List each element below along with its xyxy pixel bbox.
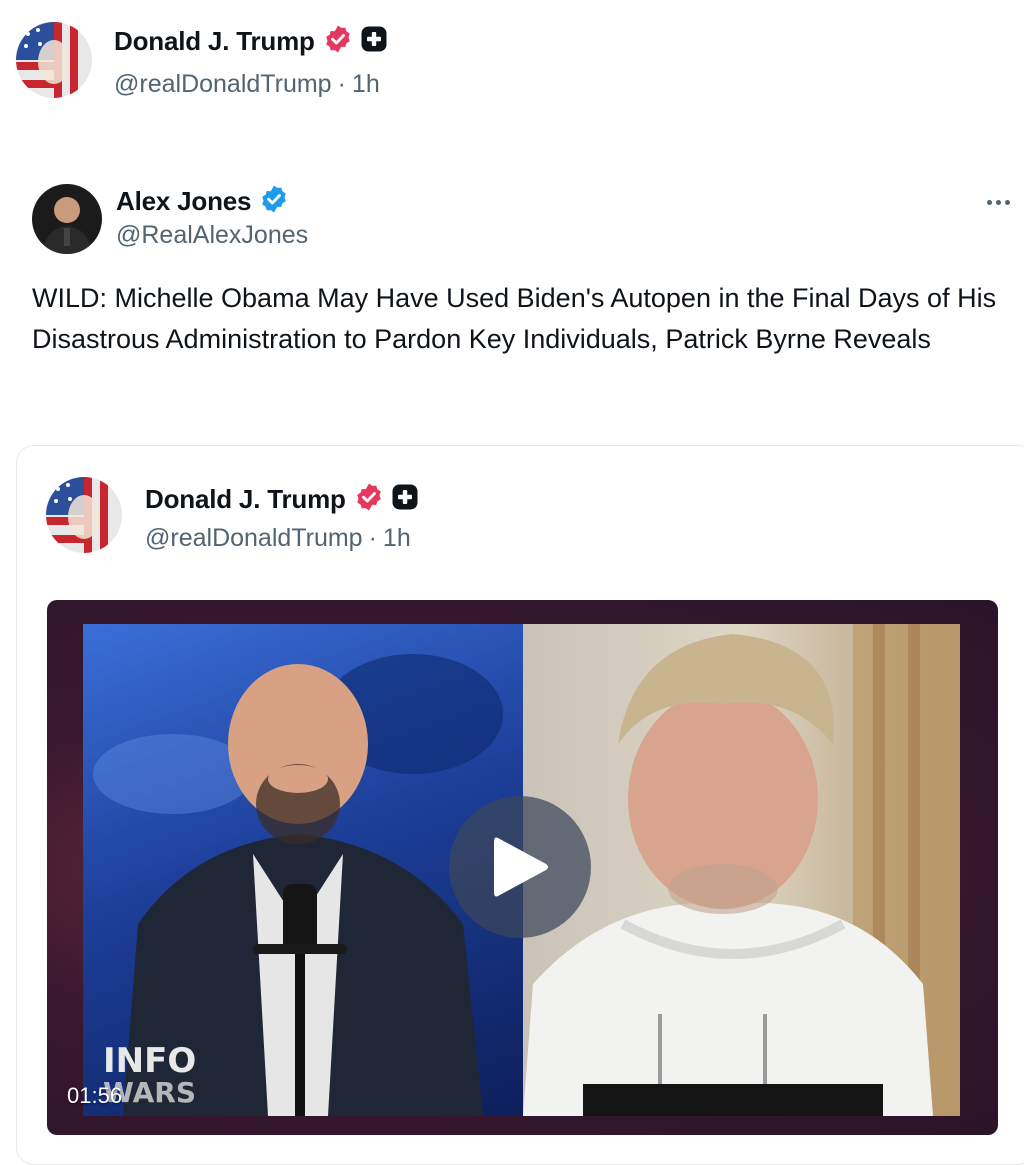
verified-badge-icon xyxy=(323,24,353,59)
post-text: WILD: Michelle Obama May Have Used Biden… xyxy=(32,283,997,354)
separator-dot: · xyxy=(337,70,346,98)
video-duration: 01:56 xyxy=(67,1083,123,1108)
infowars-logo: INFO xyxy=(103,1041,196,1081)
card-author-name[interactable]: Donald J. Trump xyxy=(145,484,346,515)
card-post-time[interactable]: 1h xyxy=(383,524,411,552)
quoted-author-avatar[interactable] xyxy=(32,184,102,254)
card-author-avatar[interactable] xyxy=(46,477,122,553)
author-name[interactable]: Donald J. Trump xyxy=(114,26,315,57)
author-handle[interactable]: @realDonaldTrump xyxy=(114,70,332,98)
quoted-author-handle[interactable]: @RealAlexJones xyxy=(116,221,308,250)
card-author-handle[interactable]: @realDonaldTrump xyxy=(145,524,363,552)
separator-dot: · xyxy=(368,524,377,552)
video-player[interactable]: INFO WARS 01:56 xyxy=(47,600,998,1135)
plus-badge-icon xyxy=(361,26,387,57)
author-avatar[interactable] xyxy=(16,22,92,98)
verified-badge-icon xyxy=(354,482,384,517)
post-time[interactable]: 1h xyxy=(352,70,380,98)
quoted-author-name[interactable]: Alex Jones xyxy=(116,186,251,217)
more-options-icon[interactable] xyxy=(976,190,1020,214)
plus-badge-icon xyxy=(392,484,418,515)
verified-badge-icon xyxy=(259,184,289,219)
play-icon[interactable] xyxy=(449,796,591,938)
